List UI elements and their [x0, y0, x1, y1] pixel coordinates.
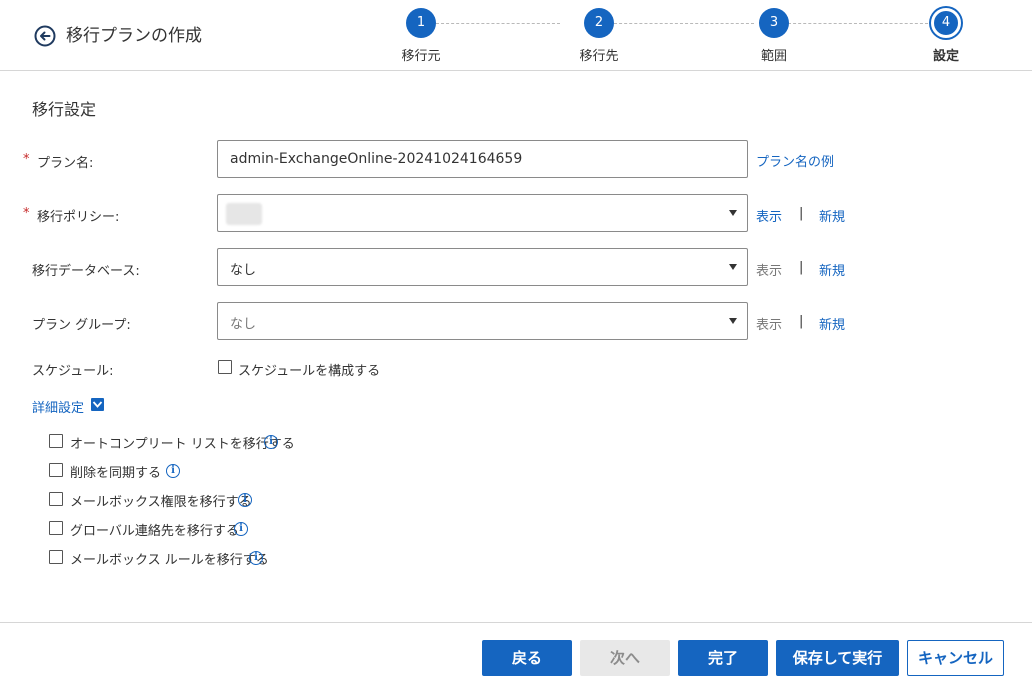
link-separator: |: [799, 206, 804, 221]
plan-name-examples-link[interactable]: プラン名の例: [756, 151, 834, 170]
link-separator: |: [799, 314, 804, 329]
back-button[interactable]: 戻る: [482, 640, 572, 676]
info-icon[interactable]: i: [234, 522, 248, 536]
mailbox-rules-checkbox[interactable]: [49, 550, 63, 564]
required-mark: *: [23, 152, 30, 167]
mailbox-rules-label[interactable]: メールボックス ルールを移行する: [70, 549, 269, 568]
database-value: なし: [230, 263, 257, 278]
step-number: 1: [406, 8, 436, 38]
mailbox-permission-label[interactable]: メールボックス権限を移行する: [70, 491, 252, 510]
header: 移行プランの作成 1 移行元 2 移行先 3 範囲 4 設定: [0, 0, 1032, 71]
info-icon[interactable]: i: [249, 551, 263, 565]
save-and-run-button[interactable]: 保存して実行: [776, 640, 899, 676]
step-number: 3: [759, 8, 789, 38]
group-select[interactable]: なし: [217, 302, 748, 340]
step-source[interactable]: 1 移行元: [381, 8, 461, 64]
next-button: 次へ: [580, 640, 670, 676]
section-title: 移行設定: [32, 100, 97, 119]
policy-view-link[interactable]: 表示: [756, 206, 782, 225]
link-separator: |: [799, 260, 804, 275]
plan-name-input[interactable]: admin-ExchangeOnline-20241024164659: [217, 140, 748, 178]
group-value: なし: [230, 317, 257, 332]
sync-deletion-checkbox[interactable]: [49, 463, 63, 477]
info-icon[interactable]: i: [238, 493, 252, 507]
policy-label: 移行ポリシー:: [37, 210, 120, 225]
back-arrow-icon[interactable]: [34, 25, 56, 47]
policy-select[interactable]: [217, 194, 748, 232]
policy-new-link[interactable]: 新規: [819, 206, 845, 225]
global-contacts-label[interactable]: グローバル連絡先を移行する: [70, 520, 239, 539]
autocomplete-checkbox[interactable]: [49, 434, 63, 448]
page-title: 移行プランの作成: [66, 26, 202, 46]
caret-down-icon: [729, 210, 737, 216]
database-select[interactable]: なし: [217, 248, 748, 286]
step-number: 4: [931, 8, 961, 38]
step-target[interactable]: 2 移行先: [559, 8, 639, 64]
step-label: 範囲: [760, 49, 787, 64]
database-label: 移行データベース:: [32, 264, 140, 279]
step-number: 2: [584, 8, 614, 38]
schedule-label: スケジュール:: [32, 364, 114, 379]
autocomplete-label[interactable]: オートコンプリート リストを移行する: [70, 433, 295, 452]
chevron-down-icon[interactable]: [91, 398, 104, 411]
step-settings[interactable]: 4 設定: [906, 8, 986, 64]
caret-down-icon: [729, 318, 737, 324]
advanced-settings-toggle[interactable]: 詳細設定: [32, 397, 84, 416]
step-scope[interactable]: 3 範囲: [734, 8, 814, 64]
group-label: プラン グループ:: [32, 318, 131, 333]
step-label: 移行先: [579, 49, 619, 64]
stepper: 1 移行元 2 移行先 3 範囲 4 設定: [380, 8, 980, 66]
database-view-link: 表示: [756, 264, 783, 279]
cancel-button[interactable]: キャンセル: [907, 640, 1004, 676]
footer: 戻る 次へ 完了 保存して実行 キャンセル: [0, 622, 1032, 694]
sync-deletion-label[interactable]: 削除を同期する: [70, 462, 161, 481]
info-icon[interactable]: i: [264, 435, 278, 449]
schedule-checkbox[interactable]: [218, 360, 232, 374]
caret-down-icon: [729, 264, 737, 270]
schedule-checkbox-label[interactable]: スケジュールを構成する: [238, 360, 380, 379]
group-view-link: 表示: [756, 318, 783, 333]
step-label: 移行元: [401, 49, 441, 64]
mailbox-permission-checkbox[interactable]: [49, 492, 63, 506]
redacted-value: [226, 203, 262, 225]
finish-button[interactable]: 完了: [678, 640, 768, 676]
step-label: 設定: [932, 49, 959, 64]
database-new-link[interactable]: 新規: [819, 260, 845, 279]
info-icon[interactable]: i: [166, 464, 180, 478]
plan-name-label: プラン名:: [37, 156, 94, 171]
required-mark: *: [23, 206, 30, 221]
global-contacts-checkbox[interactable]: [49, 521, 63, 535]
group-new-link[interactable]: 新規: [819, 314, 845, 333]
